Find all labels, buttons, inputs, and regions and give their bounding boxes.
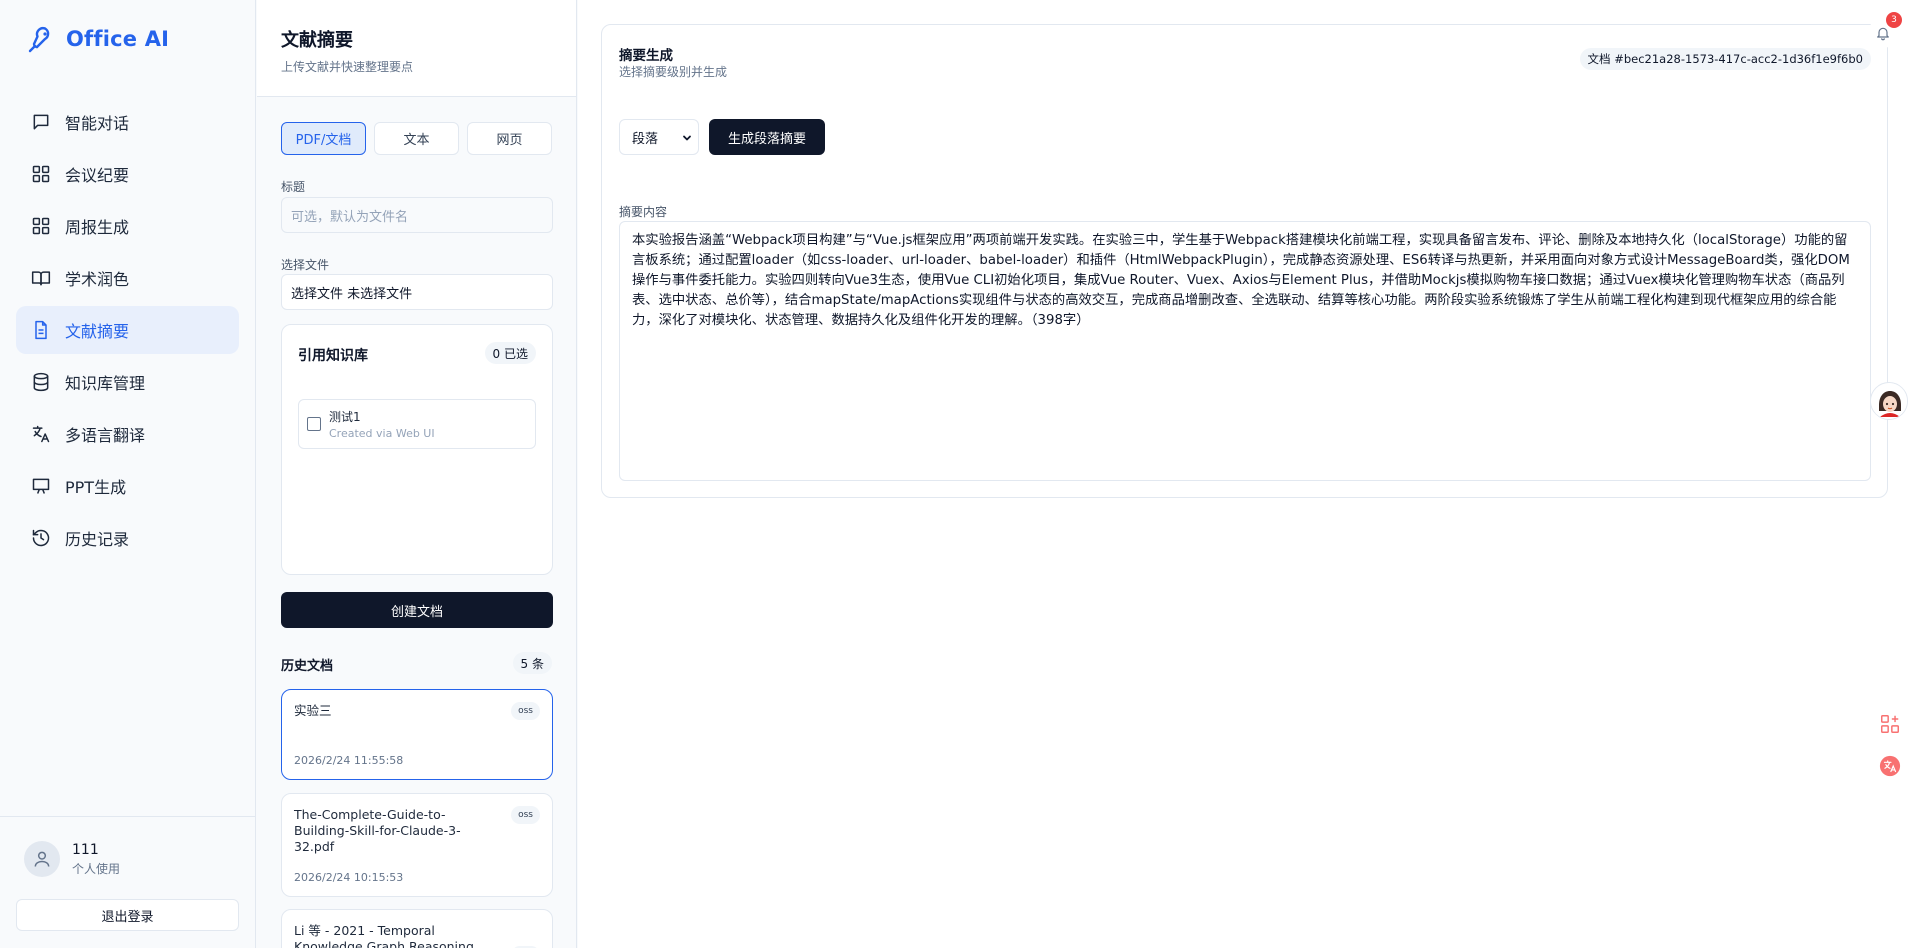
grid-icon	[32, 217, 50, 235]
nav-label: 学术润色	[65, 270, 130, 289]
avatar	[24, 841, 60, 877]
history-item-name: The-Complete-Guide-to-Building-Skill-for…	[294, 807, 461, 854]
document-panel: 文献摘要 上传文献并快速整理要点 PDF/文档 文本 网页 标题 可选，默认为文…	[257, 0, 577, 948]
apps-add-icon	[1881, 715, 1899, 733]
title-input[interactable]: 可选，默认为文件名	[281, 197, 553, 233]
nav-item-polish[interactable]: 学术润色	[16, 254, 239, 302]
sidebar-footer: 111 个人使用 退出登录	[0, 816, 256, 948]
kb-checkbox[interactable]	[307, 417, 321, 431]
card-subtitle: 选择摘要级别并生成	[619, 65, 728, 79]
kb-item-desc: Created via Web UI	[329, 427, 435, 440]
history-icon	[32, 529, 50, 547]
kb-item-name: 测试1	[329, 410, 361, 424]
nav-label: 知识库管理	[65, 374, 146, 393]
history-item-name: 实验三	[294, 703, 332, 718]
nav-label: 智能对话	[65, 114, 130, 133]
summary-card: 摘要生成 选择摘要级别并生成 文档 #bec21a28-1573-417c-ac…	[601, 24, 1888, 498]
nav-label: 周报生成	[65, 218, 130, 237]
history-title: 历史文档	[281, 659, 334, 674]
history-count: 5 条	[512, 652, 552, 674]
history-item[interactable]: 实验三 oss 2026/2/24 11:55:58	[281, 689, 553, 780]
nav-label: PPT生成	[65, 478, 127, 497]
sidebar: Office AI 智能对话 会议纪要 周报生成 学术润色 文献摘要 知识库管理	[0, 0, 256, 948]
panel-header: 文献摘要 上传文献并快速整理要点	[257, 0, 576, 97]
brand-name: Office AI	[66, 27, 170, 51]
file-input[interactable]: 选择文件 未选择文件	[281, 274, 553, 310]
user-icon	[34, 851, 50, 867]
nav-label: 文献摘要	[65, 322, 130, 341]
translate-circle-icon	[1879, 755, 1901, 777]
history-item[interactable]: The-Complete-Guide-to-Building-Skill-for…	[281, 793, 553, 897]
summary-level-value: 段落	[632, 131, 659, 147]
nav-label: 多语言翻译	[65, 426, 146, 445]
translate-shortcut[interactable]	[1876, 752, 1904, 780]
main-nav: 智能对话 会议纪要 周报生成 学术润色 文献摘要 知识库管理 多语言翻译 PPT…	[16, 98, 239, 566]
nav-item-meeting[interactable]: 会议纪要	[16, 150, 239, 198]
kb-item[interactable]: 测试1 Created via Web UI	[298, 399, 536, 449]
generate-summary-button[interactable]: 生成段落摘要	[709, 119, 825, 155]
tab-web[interactable]: 网页	[467, 122, 552, 155]
kb-selected-count: 0 已选	[484, 342, 536, 364]
tab-text[interactable]: 文本	[374, 122, 459, 155]
apps-shortcut[interactable]	[1876, 710, 1904, 738]
nav-item-ppt[interactable]: PPT生成	[16, 462, 239, 510]
notification-count-badge: 3	[1886, 12, 1902, 28]
kb-title: 引用知识库	[298, 348, 368, 364]
history-item[interactable]: Li 等 - 2021 - Temporal Knowledge Graph R…	[281, 909, 553, 948]
chevron-down-icon	[683, 135, 691, 141]
nav-label: 历史记录	[65, 530, 130, 549]
summary-label: 摘要内容	[619, 205, 668, 219]
user-name: 111	[72, 841, 99, 858]
page-title: 文献摘要	[281, 30, 353, 51]
page-subtitle: 上传文献并快速整理要点	[281, 60, 414, 74]
nav-item-summary[interactable]: 文献摘要	[16, 306, 239, 354]
create-document-button[interactable]: 创建文档	[281, 592, 553, 628]
history-item-name: Li 等 - 2021 - Temporal Knowledge Graph R…	[294, 923, 474, 948]
nav-item-translate[interactable]: 多语言翻译	[16, 410, 239, 458]
grid-icon	[32, 165, 50, 183]
title-label: 标题	[281, 180, 306, 194]
tab-pdf[interactable]: PDF/文档	[281, 122, 366, 155]
assistant-avatar[interactable]	[1870, 382, 1908, 420]
brand[interactable]: Office AI	[26, 24, 169, 54]
summary-level-select[interactable]: 段落	[619, 119, 699, 155]
document-icon	[35, 320, 47, 340]
source-tabs: PDF/文档 文本 网页	[281, 122, 552, 155]
translate-icon	[32, 425, 50, 443]
chat-icon	[33, 114, 49, 130]
summary-textarea[interactable]: 本实验报告涵盖“Webpack项目构建”与“Vue.js框架应用”两项前端开发实…	[619, 221, 1871, 481]
user-role: 个人使用	[72, 861, 121, 876]
presentation-icon	[32, 478, 50, 494]
logout-button[interactable]: 退出登录	[16, 899, 239, 931]
file-label: 选择文件	[281, 258, 330, 272]
user-info: 111 个人使用	[24, 841, 120, 877]
nav-item-history[interactable]: 历史记录	[16, 514, 239, 562]
bell-icon	[1877, 27, 1889, 41]
database-icon	[33, 372, 49, 392]
document-id-badge: 文档 #bec21a28-1573-417c-acc2-1d36f1e9f6b0	[1579, 48, 1871, 70]
storage-badge: oss	[511, 806, 540, 824]
brand-logo-icon	[28, 26, 50, 53]
nav-item-weekly[interactable]: 周报生成	[16, 202, 239, 250]
history-item-date: 2026/2/24 10:15:53	[294, 871, 404, 884]
storage-badge: oss	[511, 702, 540, 720]
history-item-date: 2026/2/24 11:55:58	[294, 754, 404, 767]
knowledge-base-card: 引用知识库 0 已选 测试1 Created via Web UI	[281, 324, 553, 575]
nav-item-knowledge[interactable]: 知识库管理	[16, 358, 239, 406]
nav-item-chat[interactable]: 智能对话	[16, 98, 239, 146]
main-content: 摘要生成 选择摘要级别并生成 文档 #bec21a28-1573-417c-ac…	[578, 0, 1912, 948]
book-open-icon	[31, 271, 51, 286]
nav-label: 会议纪要	[65, 166, 130, 185]
card-title: 摘要生成	[619, 48, 673, 64]
notification-button[interactable]: 3	[1868, 12, 1902, 48]
